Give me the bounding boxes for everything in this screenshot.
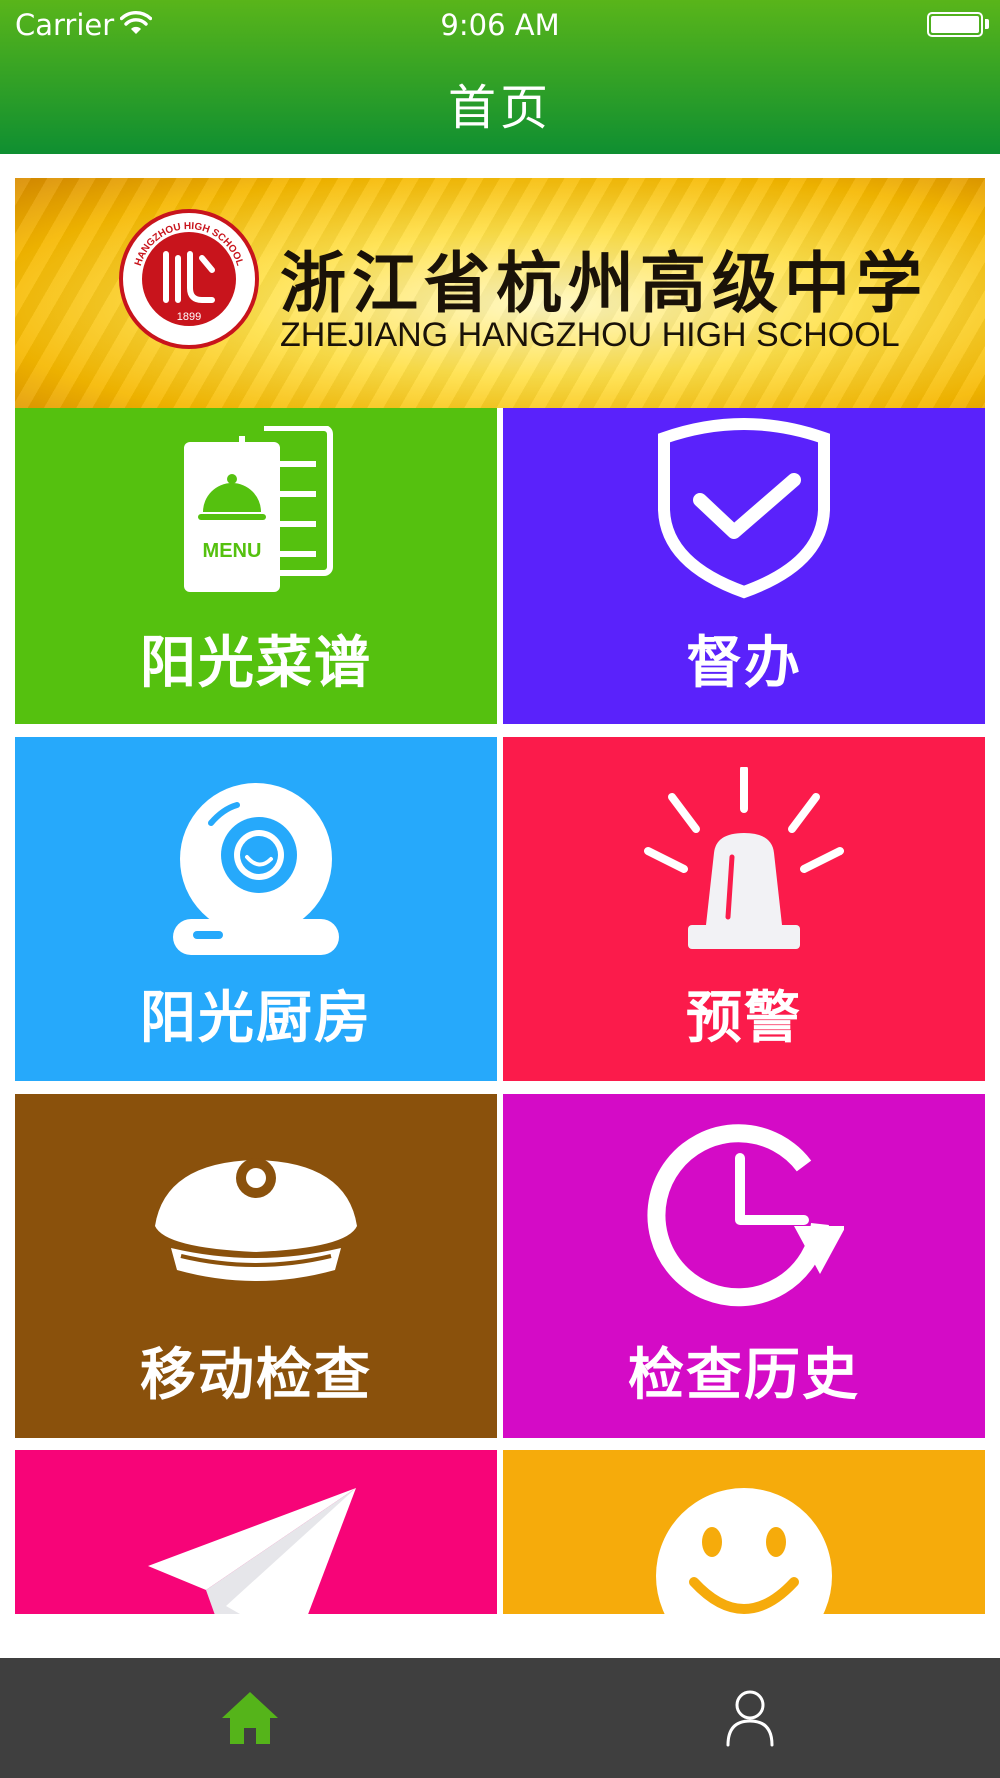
school-name-cn: 浙江省杭州高级中学 xyxy=(280,244,928,322)
tile-label: 阳光厨房 xyxy=(140,986,372,1051)
tab-bar xyxy=(0,1658,1000,1778)
paper-plane-icon xyxy=(148,1488,356,1614)
camera-icon xyxy=(173,783,339,955)
page-title: 首页 xyxy=(447,80,552,136)
menu-icon-text: MENU xyxy=(203,540,262,562)
tile-label: 督办 xyxy=(686,631,802,696)
tile-label: 移动检查 xyxy=(140,1343,372,1408)
tile-label: 阳光菜谱 xyxy=(140,631,372,696)
home-icon xyxy=(222,1692,278,1744)
school-logo: HANGZHOU HIGH SCHOOL 1899 xyxy=(119,209,259,349)
school-banner[interactable]: HANGZHOU HIGH SCHOOL 1899 浙江省杭州高级中学 ZHEJ… xyxy=(15,178,985,408)
tile-sunshine-menu[interactable]: MENU 阳光菜谱 xyxy=(15,408,497,724)
tile-send[interactable] xyxy=(15,1450,497,1614)
tile-supervise[interactable]: 督办 xyxy=(503,408,985,724)
tile-label: 检查历史 xyxy=(628,1343,860,1408)
menu-icon: MENU xyxy=(184,426,333,592)
clock-history-icon xyxy=(647,1124,844,1307)
status-time: 9:06 AM xyxy=(440,8,560,42)
tile-alert[interactable]: 预警 xyxy=(503,737,985,1081)
shield-check-icon xyxy=(658,417,830,599)
person-icon xyxy=(726,1690,774,1747)
tab-home[interactable] xyxy=(0,1658,500,1778)
tab-profile[interactable] xyxy=(500,1658,1000,1778)
top-bar: Carrier 9:06 AM 首页 xyxy=(0,0,1000,154)
school-name-en: ZHEJIANG HANGZHOU HIGH SCHOOL xyxy=(280,316,900,354)
tile-inspection-history[interactable]: 检查历史 xyxy=(503,1094,985,1438)
tile-sunshine-kitchen[interactable]: 阳光厨房 xyxy=(15,737,497,1081)
tile-mobile-inspection[interactable]: 移动检查 xyxy=(15,1094,497,1438)
battery-icon xyxy=(927,12,983,37)
status-bar: Carrier 9:06 AM xyxy=(0,0,1000,50)
logo-year: 1899 xyxy=(177,311,201,323)
smiley-icon xyxy=(656,1488,832,1614)
inspector-cap-icon xyxy=(155,1158,357,1281)
alarm-icon xyxy=(644,767,844,949)
tile-label: 预警 xyxy=(686,986,802,1051)
tile-feedback[interactable] xyxy=(503,1450,985,1614)
